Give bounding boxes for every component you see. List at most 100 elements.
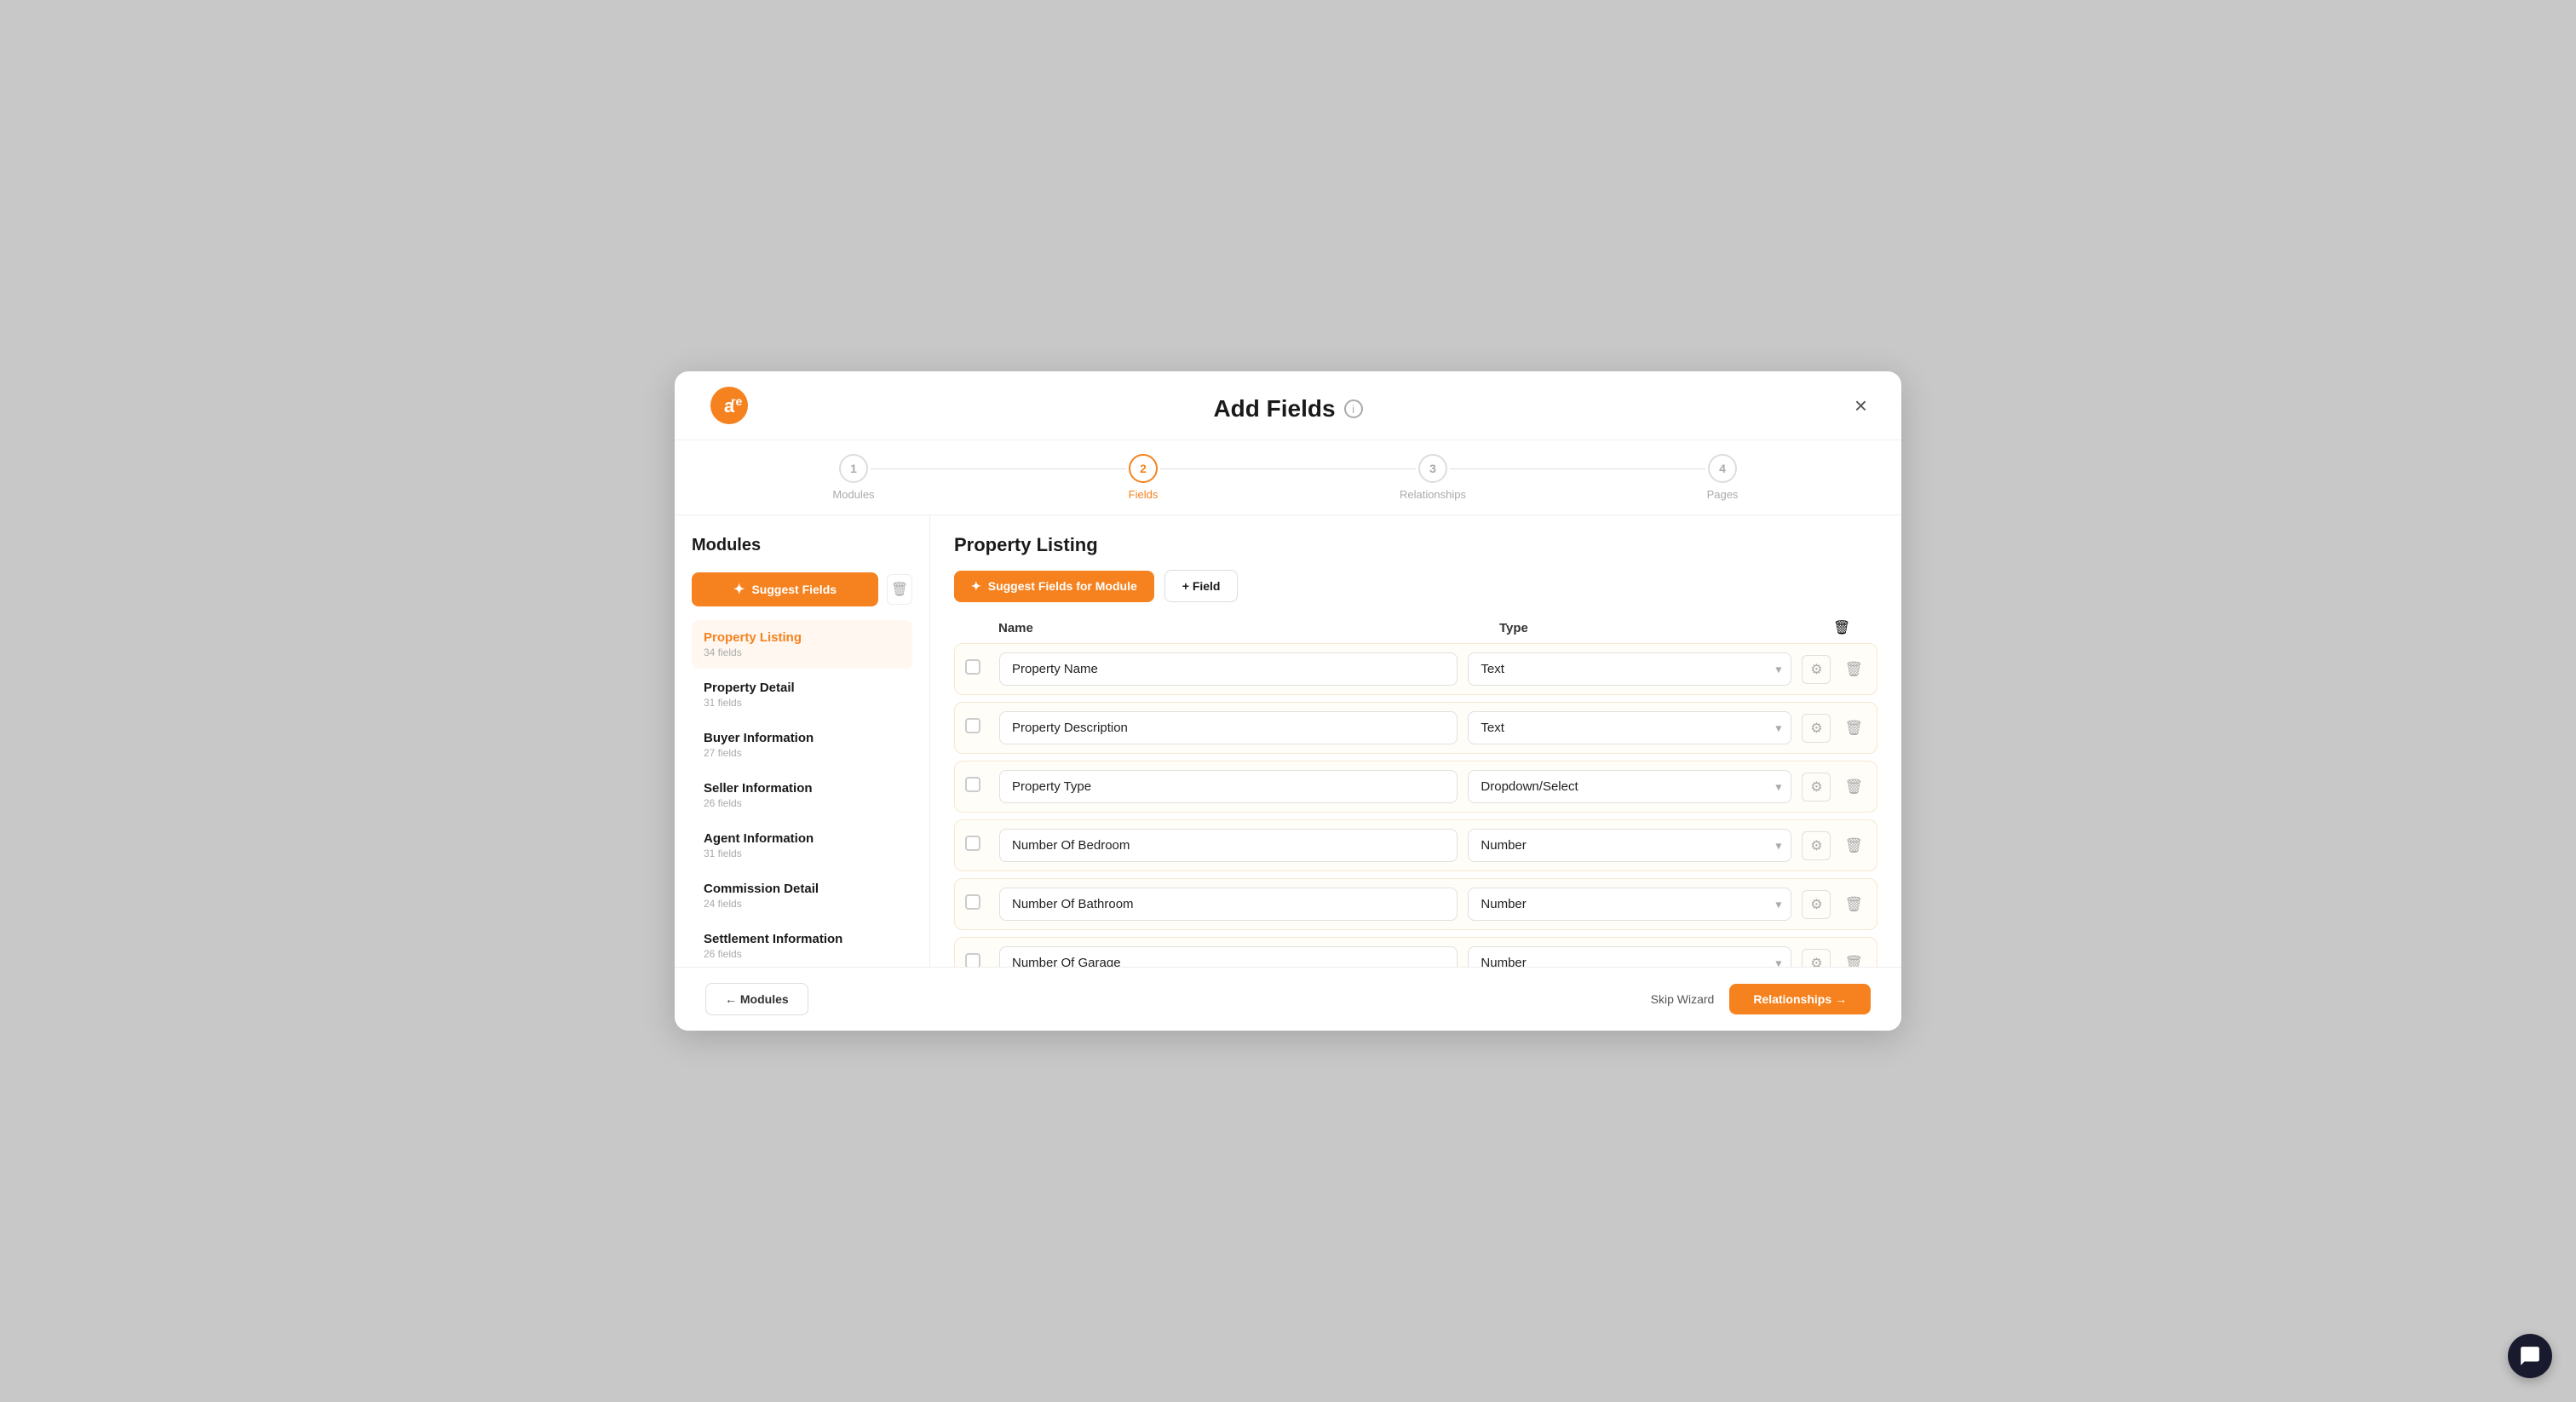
module-item-count: 31 fields bbox=[704, 848, 900, 859]
field-type-wrapper-3: Text Number Dropdown/Select Date Boolean… bbox=[1468, 829, 1791, 862]
row-delete-button-0[interactable]: 🗑 bbox=[1841, 658, 1866, 681]
field-type-wrapper-2: Text Number Dropdown/Select Date Boolean… bbox=[1468, 770, 1791, 803]
add-fields-modal: a re Add Fields i × 1 Modules 2 Fields bbox=[675, 371, 1901, 1031]
module-item-name: Commission Detail bbox=[704, 882, 900, 896]
field-type-wrapper-0: Text Number Dropdown/Select Date Boolean… bbox=[1468, 652, 1791, 686]
relationships-button[interactable]: Relationships → bbox=[1729, 984, 1871, 1014]
main-header: Property Listing ✦ Suggest Fields for Mo… bbox=[930, 515, 1901, 602]
back-button[interactable]: ← Modules bbox=[705, 983, 808, 1015]
field-type-wrapper-4: Text Number Dropdown/Select Date Boolean… bbox=[1468, 888, 1791, 921]
module-item-count: 34 fields bbox=[704, 646, 900, 658]
logo: a re bbox=[709, 385, 750, 426]
field-type-select-4[interactable]: Text Number Dropdown/Select Date Boolean… bbox=[1468, 888, 1791, 921]
field-checkbox-3[interactable] bbox=[965, 836, 980, 851]
gear-button-3[interactable]: ⚙ bbox=[1802, 831, 1831, 860]
sidebar-actions: ✦ Suggest Fields 🗑 bbox=[692, 572, 912, 606]
gear-button-0[interactable]: ⚙ bbox=[1802, 655, 1831, 684]
spark-icon: ✦ bbox=[733, 581, 745, 598]
modal-title-group: Add Fields i bbox=[1213, 395, 1362, 422]
step-circle-4: 4 bbox=[1708, 454, 1737, 483]
module-list: Property Listing 34 fields Property Deta… bbox=[692, 620, 912, 967]
field-type-select-1[interactable]: Text Number Dropdown/Select Date Boolean… bbox=[1468, 711, 1791, 744]
row-delete-button-4[interactable]: 🗑 bbox=[1841, 893, 1866, 916]
sidebar-item-property-listing[interactable]: Property Listing 34 fields bbox=[692, 620, 912, 669]
field-name-input-1[interactable] bbox=[999, 711, 1458, 744]
row-delete-button-1[interactable]: 🗑 bbox=[1841, 716, 1866, 740]
close-button[interactable]: × bbox=[1854, 394, 1867, 417]
step-label-2: Fields bbox=[1129, 488, 1159, 501]
chat-bubble[interactable] bbox=[2508, 1334, 2552, 1378]
module-item-name: Agent Information bbox=[704, 831, 900, 846]
main-content: Property Listing ✦ Suggest Fields for Mo… bbox=[930, 515, 1901, 967]
row-checkbox-col bbox=[965, 777, 989, 796]
field-checkbox-1[interactable] bbox=[965, 718, 980, 733]
header-trash-icon: 🗑 bbox=[1833, 621, 1850, 635]
table-row: Text Number Dropdown/Select Date Boolean… bbox=[954, 643, 1877, 695]
module-item-count: 26 fields bbox=[704, 797, 900, 809]
step-circle-2: 2 bbox=[1129, 454, 1158, 483]
sidebar-item-settlement-information[interactable]: Settlement Information 26 fields bbox=[692, 922, 912, 967]
steps-bar: 1 Modules 2 Fields 3 Relationships 4 Pag… bbox=[675, 440, 1901, 515]
fields-table: Name Type 🗑 Text Number Dropdown/Select … bbox=[930, 602, 1901, 967]
sidebar-item-seller-information[interactable]: Seller Information 26 fields bbox=[692, 771, 912, 819]
row-checkbox-col bbox=[965, 836, 989, 855]
module-item-name: Property Detail bbox=[704, 681, 900, 695]
suggest-fields-button[interactable]: ✦ Suggest Fields bbox=[692, 572, 878, 606]
suggest-fields-for-module-button[interactable]: ✦ Suggest Fields for Module bbox=[954, 571, 1154, 602]
modal-title: Add Fields bbox=[1213, 395, 1335, 422]
module-item-count: 24 fields bbox=[704, 898, 900, 910]
step-pages[interactable]: 4 Pages bbox=[1578, 454, 1867, 501]
field-type-select-3[interactable]: Text Number Dropdown/Select Date Boolean… bbox=[1468, 829, 1791, 862]
step-relationships[interactable]: 3 Relationships bbox=[1288, 454, 1578, 501]
field-checkbox-4[interactable] bbox=[965, 894, 980, 910]
module-item-count: 26 fields bbox=[704, 948, 900, 960]
row-checkbox-col bbox=[965, 953, 989, 967]
fields-rows: Text Number Dropdown/Select Date Boolean… bbox=[954, 643, 1877, 967]
row-checkbox-col bbox=[965, 718, 989, 738]
step-fields[interactable]: 2 Fields bbox=[998, 454, 1288, 501]
module-item-count: 31 fields bbox=[704, 697, 900, 709]
sidebar-item-property-detail[interactable]: Property Detail 31 fields bbox=[692, 670, 912, 719]
sidebar-item-commission-detail[interactable]: Commission Detail 24 fields bbox=[692, 871, 912, 920]
field-name-input-5[interactable] bbox=[999, 946, 1458, 967]
table-row: Text Number Dropdown/Select Date Boolean… bbox=[954, 819, 1877, 871]
step-circle-1: 1 bbox=[839, 454, 868, 483]
step-label-4: Pages bbox=[1707, 488, 1739, 501]
module-item-name: Buyer Information bbox=[704, 731, 900, 745]
field-type-wrapper-1: Text Number Dropdown/Select Date Boolean… bbox=[1468, 711, 1791, 744]
table-header-row: Name Type 🗑 bbox=[954, 612, 1877, 643]
module-item-count: 27 fields bbox=[704, 747, 900, 759]
svg-text:re: re bbox=[731, 394, 742, 408]
row-delete-button-5[interactable]: 🗑 bbox=[1841, 951, 1866, 968]
field-name-input-3[interactable] bbox=[999, 829, 1458, 862]
sidebar-item-agent-information[interactable]: Agent Information 31 fields bbox=[692, 821, 912, 870]
gear-button-1[interactable]: ⚙ bbox=[1802, 714, 1831, 743]
table-row: Text Number Dropdown/Select Date Boolean… bbox=[954, 761, 1877, 813]
field-name-input-4[interactable] bbox=[999, 888, 1458, 921]
field-type-select-5[interactable]: Text Number Dropdown/Select Date Boolean… bbox=[1468, 946, 1791, 967]
field-checkbox-5[interactable] bbox=[965, 953, 980, 967]
trash-icon: 🗑 bbox=[891, 581, 908, 598]
row-delete-button-3[interactable]: 🗑 bbox=[1841, 834, 1866, 858]
field-checkbox-2[interactable] bbox=[965, 777, 980, 792]
info-icon[interactable]: i bbox=[1344, 399, 1363, 418]
step-modules[interactable]: 1 Modules bbox=[709, 454, 998, 501]
field-name-input-2[interactable] bbox=[999, 770, 1458, 803]
modal-header: a re Add Fields i × bbox=[675, 371, 1901, 440]
module-item-name: Property Listing bbox=[704, 630, 900, 645]
gear-button-2[interactable]: ⚙ bbox=[1802, 773, 1831, 802]
sidebar-delete-button[interactable]: 🗑 bbox=[887, 574, 912, 605]
gear-button-5[interactable]: ⚙ bbox=[1802, 949, 1831, 968]
field-checkbox-0[interactable] bbox=[965, 659, 980, 675]
skip-wizard-button[interactable]: Skip Wizard bbox=[1651, 992, 1715, 1006]
gear-button-4[interactable]: ⚙ bbox=[1802, 890, 1831, 919]
add-field-button[interactable]: + Field bbox=[1164, 570, 1239, 602]
table-row: Text Number Dropdown/Select Date Boolean… bbox=[954, 937, 1877, 967]
row-delete-button-2[interactable]: 🗑 bbox=[1841, 775, 1866, 799]
sidebar-item-buyer-information[interactable]: Buyer Information 27 fields bbox=[692, 721, 912, 769]
field-type-wrapper-5: Text Number Dropdown/Select Date Boolean… bbox=[1468, 946, 1791, 967]
modal-footer: ← Modules Skip Wizard Relationships → bbox=[675, 967, 1901, 1031]
field-type-select-2[interactable]: Text Number Dropdown/Select Date Boolean… bbox=[1468, 770, 1791, 803]
field-type-select-0[interactable]: Text Number Dropdown/Select Date Boolean… bbox=[1468, 652, 1791, 686]
field-name-input-0[interactable] bbox=[999, 652, 1458, 686]
